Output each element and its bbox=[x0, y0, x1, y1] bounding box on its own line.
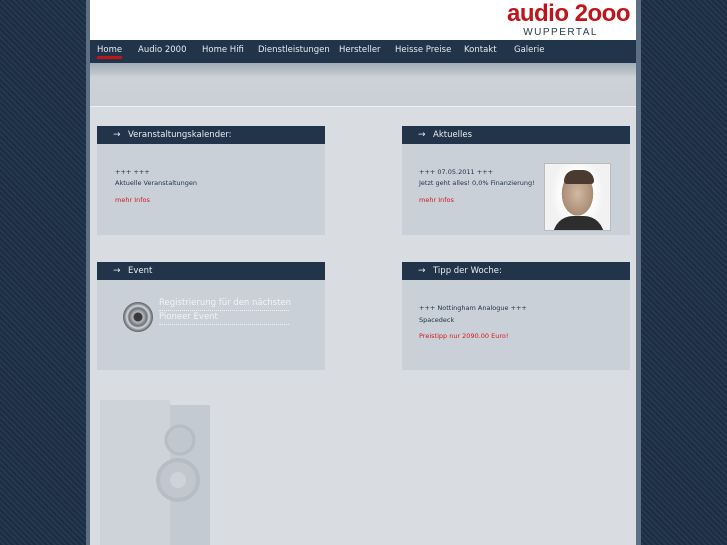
kalender-line1: +++ +++ bbox=[115, 168, 150, 176]
nav-home-hifi-label: Home Hifi bbox=[202, 45, 244, 55]
aktuelles-more-link[interactable]: mehr Infos bbox=[419, 196, 454, 204]
right-border bbox=[636, 0, 641, 545]
panel-title: Veranstaltungskalender: bbox=[128, 130, 232, 140]
event-registration-link[interactable]: Registrierung für den nächsten bbox=[159, 298, 291, 311]
banner bbox=[90, 63, 636, 107]
event-pioneer-link[interactable]: Pioneer Event bbox=[159, 312, 289, 325]
active-indicator bbox=[97, 56, 123, 59]
nav-galerie-label: Galerie bbox=[514, 45, 545, 55]
nav-home-label: Home bbox=[97, 45, 123, 55]
nav-heisse-preise[interactable]: Heisse Preise bbox=[395, 40, 451, 63]
tweeter bbox=[164, 424, 196, 456]
arrow-icon: → bbox=[418, 266, 426, 276]
panel-veranstaltungskalender: → Veranstaltungskalender: +++ +++ Aktuel… bbox=[97, 126, 325, 235]
woofer-cap bbox=[170, 472, 186, 488]
arrow-icon: → bbox=[113, 130, 121, 140]
speaker-disc-icon bbox=[123, 302, 153, 332]
kalender-more-link[interactable]: mehr Infos bbox=[115, 196, 150, 204]
nav-dienstleistungen-label: Dienstleistungen bbox=[258, 45, 330, 55]
nav-home-hifi[interactable]: Home Hifi bbox=[202, 40, 244, 63]
aktuelles-line1: +++ 07.05.2011 +++ bbox=[419, 168, 494, 176]
panel-title: Tipp der Woche: bbox=[433, 266, 502, 276]
kalender-line2: Aktuelle Veranstaltungen bbox=[115, 179, 198, 187]
panel-tipp-der-woche: → Tipp der Woche: +++ Nottingham Analogu… bbox=[402, 262, 630, 370]
tipp-line1: +++ Nottingham Analogue +++ bbox=[419, 304, 527, 312]
nav-audio-2000[interactable]: Audio 2000 bbox=[138, 40, 187, 63]
aktuelles-line2: Jetzt geht alles! 0,0% Finanzierung! bbox=[419, 179, 535, 187]
nav-hersteller-label: Hersteller bbox=[339, 45, 381, 55]
panel-header: → Event bbox=[97, 262, 325, 280]
main-nav: Home Audio 2000 Home Hifi Dienstleistung… bbox=[90, 40, 636, 63]
logo-city: WUPPERTAL bbox=[523, 27, 598, 38]
portrait-photo bbox=[544, 163, 611, 231]
panel-event: → Event Registrierung für den nächsten P… bbox=[97, 262, 325, 370]
arrow-icon: → bbox=[418, 130, 426, 140]
header: audio 2ooo WUPPERTAL bbox=[90, 0, 636, 40]
panel-header: → Aktuelles bbox=[402, 126, 630, 144]
arrow-icon: → bbox=[113, 266, 121, 276]
panel-aktuelles: → Aktuelles +++ 07.05.2011 +++ Jetzt geh… bbox=[402, 126, 630, 235]
nav-heisse-preise-label: Heisse Preise bbox=[395, 45, 452, 55]
photo-shirt bbox=[553, 216, 604, 230]
tipp-line2: Spacedeck bbox=[419, 316, 455, 324]
nav-kontakt[interactable]: Kontakt bbox=[464, 40, 497, 63]
nav-galerie[interactable]: Galerie bbox=[514, 40, 544, 63]
nav-home[interactable]: Home bbox=[97, 40, 123, 63]
panel-title: Event bbox=[128, 266, 153, 276]
page: audio 2ooo WUPPERTAL Home Audio 2000 Hom… bbox=[90, 0, 636, 545]
panel-header: → Veranstaltungskalender: bbox=[97, 126, 325, 144]
logo[interactable]: audio 2ooo bbox=[507, 1, 631, 27]
nav-kontakt-label: Kontakt bbox=[464, 45, 497, 55]
nav-hersteller[interactable]: Hersteller bbox=[339, 40, 381, 63]
tipp-price: Preistipp nur 2090.00 Euro! bbox=[419, 332, 509, 340]
nav-dienstleistungen[interactable]: Dienstleistungen bbox=[258, 40, 330, 63]
panel-title: Aktuelles bbox=[433, 130, 473, 140]
speaker-icon bbox=[100, 400, 210, 545]
nav-audio-2000-label: Audio 2000 bbox=[138, 45, 187, 55]
photo-hair bbox=[564, 170, 594, 184]
panel-header: → Tipp der Woche: bbox=[402, 262, 630, 280]
